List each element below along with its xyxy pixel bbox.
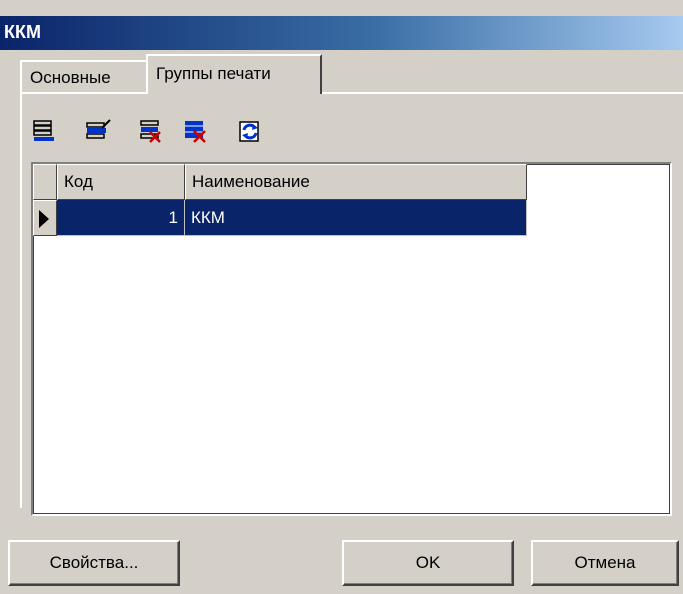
tab-basic[interactable]: Основные (20, 60, 148, 92)
column-header-name[interactable]: Наименование (185, 164, 527, 200)
ok-button[interactable]: OK (342, 540, 514, 586)
window-title: ККМ (4, 22, 41, 42)
tab-print-groups[interactable]: Группы печати (146, 54, 322, 94)
row-indicator (33, 200, 57, 236)
title-bar[interactable]: ККМ (0, 16, 683, 50)
cell-code[interactable]: 1 (57, 200, 185, 236)
cell-name[interactable]: ККМ (185, 200, 527, 236)
column-header-code[interactable]: Код (57, 164, 185, 200)
refresh-icon[interactable] (236, 116, 264, 146)
cancel-button[interactable]: Отмена (531, 540, 679, 586)
edit-record-icon[interactable] (84, 116, 112, 146)
tab-print-groups-label: Группы печати (156, 64, 271, 83)
current-row-arrow-icon (39, 210, 49, 228)
dialog-window: ККМ Основные Группы печати Код Наименова… (0, 0, 683, 594)
delete-all-icon[interactable] (182, 116, 210, 146)
properties-button[interactable]: Свойства... (8, 540, 180, 586)
tab-basic-label: Основные (30, 68, 111, 87)
header-indicator-cell (33, 164, 57, 200)
delete-record-icon[interactable] (138, 116, 166, 146)
data-grid[interactable]: Код Наименование 1 ККМ (31, 162, 672, 516)
add-record-icon[interactable] (30, 116, 58, 146)
